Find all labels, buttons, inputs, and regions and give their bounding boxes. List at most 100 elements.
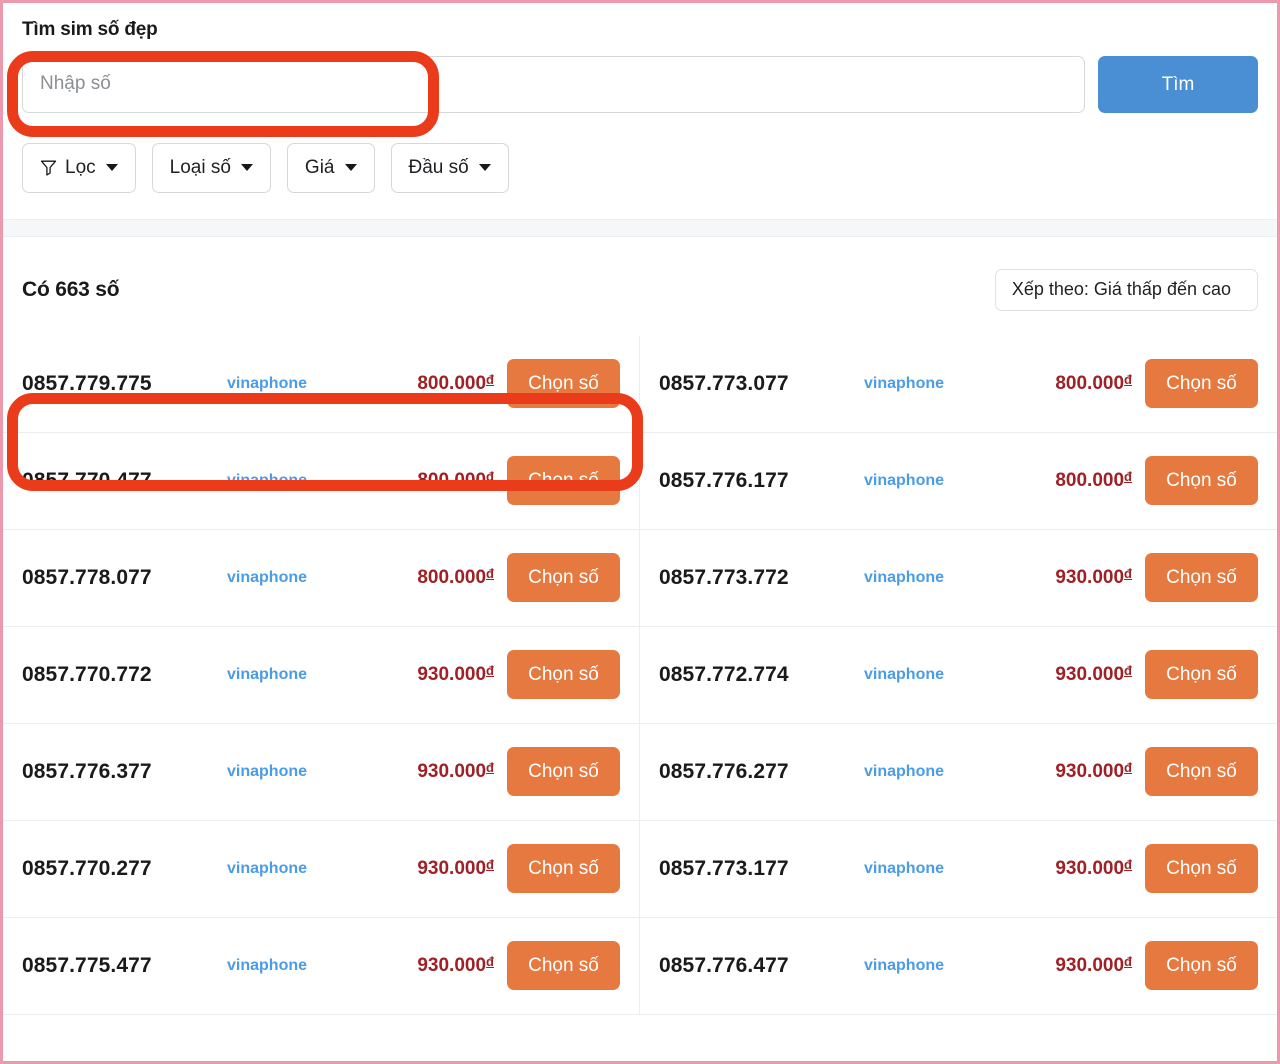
price-value: 930.000	[417, 955, 487, 977]
result-row[interactable]: 0857.776.277 vinaphone 930.000đ Chọn số	[640, 723, 1277, 821]
choose-sim-button[interactable]: Chọn số	[507, 941, 620, 991]
result-row[interactable]: 0857.778.077 vinaphone 800.000đ Chọn số	[3, 529, 639, 627]
filter-chip-loai-so-label: Loại số	[169, 156, 231, 178]
price-value: 800.000	[417, 470, 487, 492]
sim-number: 0857.770.277	[22, 856, 152, 880]
choose-sim-button[interactable]: Chọn số	[1145, 747, 1258, 797]
currency-symbol: đ	[1124, 857, 1132, 873]
search-submit-button[interactable]: Tìm	[1098, 55, 1258, 113]
result-row[interactable]: 0857.770.477 vinaphone 800.000đ Chọn số	[3, 432, 639, 530]
choose-sim-button[interactable]: Chọn số	[1145, 844, 1258, 894]
price-label: 930.000đ	[417, 663, 494, 686]
currency-symbol: đ	[1124, 566, 1132, 582]
sim-number: 0857.776.177	[659, 468, 789, 492]
search-panel: Tìm sim số đẹp Tìm	[3, 3, 1277, 113]
carrier-label: vinaphone	[227, 859, 308, 877]
price-label: 930.000đ	[1055, 566, 1132, 589]
price-value: 930.000	[1055, 761, 1125, 783]
choose-sim-button[interactable]: Chọn số	[507, 650, 620, 700]
price-label: 800.000đ	[417, 372, 494, 395]
sim-number: 0857.773.077	[659, 371, 789, 395]
filter-bar: Lọc Loại số Giá Đầu số	[3, 113, 1277, 219]
choose-sim-button[interactable]: Chọn số	[1145, 941, 1258, 991]
price-value: 800.000	[1055, 470, 1125, 492]
result-row[interactable]: 0857.773.772 vinaphone 930.000đ Chọn số	[640, 529, 1277, 627]
chevron-down-icon	[478, 164, 491, 172]
sim-number: 0857.770.477	[22, 468, 152, 492]
sim-number: 0857.775.477	[22, 953, 152, 977]
sim-number: 0857.770.772	[22, 662, 152, 686]
sim-number: 0857.776.377	[22, 759, 152, 783]
price-value: 800.000	[1055, 373, 1125, 395]
choose-sim-button[interactable]: Chọn số	[507, 456, 620, 506]
result-row[interactable]: 0857.773.077 vinaphone 800.000đ Chọn số	[640, 335, 1277, 433]
carrier-label: vinaphone	[864, 665, 945, 683]
result-row[interactable]: 0857.775.477 vinaphone 930.000đ Chọn số	[3, 917, 639, 1015]
section-divider	[3, 218, 1277, 237]
sim-number: 0857.773.772	[659, 565, 789, 589]
filter-chip-gia[interactable]: Giá	[286, 142, 375, 193]
currency-symbol: đ	[1124, 372, 1132, 388]
choose-sim-button[interactable]: Chọn số	[1145, 359, 1258, 409]
chevron-down-icon	[240, 164, 253, 172]
price-label: 930.000đ	[1055, 663, 1132, 686]
search-input[interactable]	[22, 55, 1085, 113]
results-count-label: Có 663 số	[22, 277, 120, 301]
choose-sim-button[interactable]: Chọn số	[507, 553, 620, 603]
price-label: 800.000đ	[417, 469, 494, 492]
currency-symbol: đ	[1124, 954, 1132, 970]
price-value: 800.000	[417, 373, 487, 395]
filter-chip-loai-so[interactable]: Loại số	[151, 142, 271, 193]
price-label: 930.000đ	[1055, 857, 1132, 880]
result-row[interactable]: 0857.779.775 vinaphone 800.000đ Chọn số	[3, 335, 639, 433]
funnel-icon	[40, 159, 57, 176]
price-value: 930.000	[1055, 955, 1125, 977]
result-row[interactable]: 0857.776.377 vinaphone 930.000đ Chọn số	[3, 723, 639, 821]
result-row[interactable]: 0857.773.177 vinaphone 930.000đ Chọn số	[640, 820, 1277, 918]
carrier-label: vinaphone	[864, 568, 945, 586]
price-value: 930.000	[417, 858, 487, 880]
search-row: Tìm	[22, 55, 1258, 113]
choose-sim-button[interactable]: Chọn số	[507, 747, 620, 797]
price-value: 800.000	[417, 567, 487, 589]
filter-chip-loc-label: Lọc	[65, 156, 96, 178]
result-row[interactable]: 0857.776.477 vinaphone 930.000đ Chọn số	[640, 917, 1277, 1015]
sim-number: 0857.772.774	[659, 662, 789, 686]
price-value: 930.000	[1055, 567, 1125, 589]
choose-sim-button[interactable]: Chọn số	[1145, 553, 1258, 603]
currency-symbol: đ	[486, 663, 494, 679]
price-label: 930.000đ	[1055, 954, 1132, 977]
filter-chip-loc[interactable]: Lọc	[22, 142, 136, 193]
choose-sim-button[interactable]: Chọn số	[1145, 650, 1258, 700]
filter-chip-dau-so[interactable]: Đầu số	[390, 142, 509, 193]
choose-sim-button[interactable]: Chọn số	[507, 844, 620, 894]
price-label: 930.000đ	[417, 760, 494, 783]
price-label: 800.000đ	[417, 566, 494, 589]
result-row[interactable]: 0857.770.772 vinaphone 930.000đ Chọn số	[3, 626, 639, 724]
results-column-left: 0857.779.775 vinaphone 800.000đ Chọn số 0857…	[3, 335, 640, 1015]
filter-chip-dau-so-label: Đầu số	[408, 156, 469, 178]
results-grid: 0857.779.775 vinaphone 800.000đ Chọn số 0857…	[3, 335, 1277, 1015]
currency-symbol: đ	[1124, 469, 1132, 485]
price-value: 930.000	[1055, 858, 1125, 880]
carrier-label: vinaphone	[864, 374, 945, 392]
carrier-label: vinaphone	[864, 956, 945, 974]
sim-number: 0857.779.775	[22, 371, 152, 395]
carrier-label: vinaphone	[864, 471, 945, 489]
sort-dropdown[interactable]: Xếp theo: Giá thấp đến cao	[994, 268, 1258, 311]
carrier-label: vinaphone	[227, 471, 308, 489]
currency-symbol: đ	[486, 857, 494, 873]
result-row[interactable]: 0857.770.277 vinaphone 930.000đ Chọn số	[3, 820, 639, 918]
carrier-label: vinaphone	[227, 956, 308, 974]
result-row[interactable]: 0857.772.774 vinaphone 930.000đ Chọn số	[640, 626, 1277, 724]
choose-sim-button[interactable]: Chọn số	[507, 359, 620, 409]
carrier-label: vinaphone	[227, 762, 308, 780]
choose-sim-button[interactable]: Chọn số	[1145, 456, 1258, 506]
carrier-label: vinaphone	[864, 762, 945, 780]
result-row[interactable]: 0857.776.177 vinaphone 800.000đ Chọn số	[640, 432, 1277, 530]
carrier-label: vinaphone	[227, 374, 308, 392]
currency-symbol: đ	[486, 954, 494, 970]
results-header: Có 663 số Xếp theo: Giá thấp đến cao	[3, 237, 1277, 311]
currency-symbol: đ	[1124, 663, 1132, 679]
sim-number: 0857.778.077	[22, 565, 152, 589]
